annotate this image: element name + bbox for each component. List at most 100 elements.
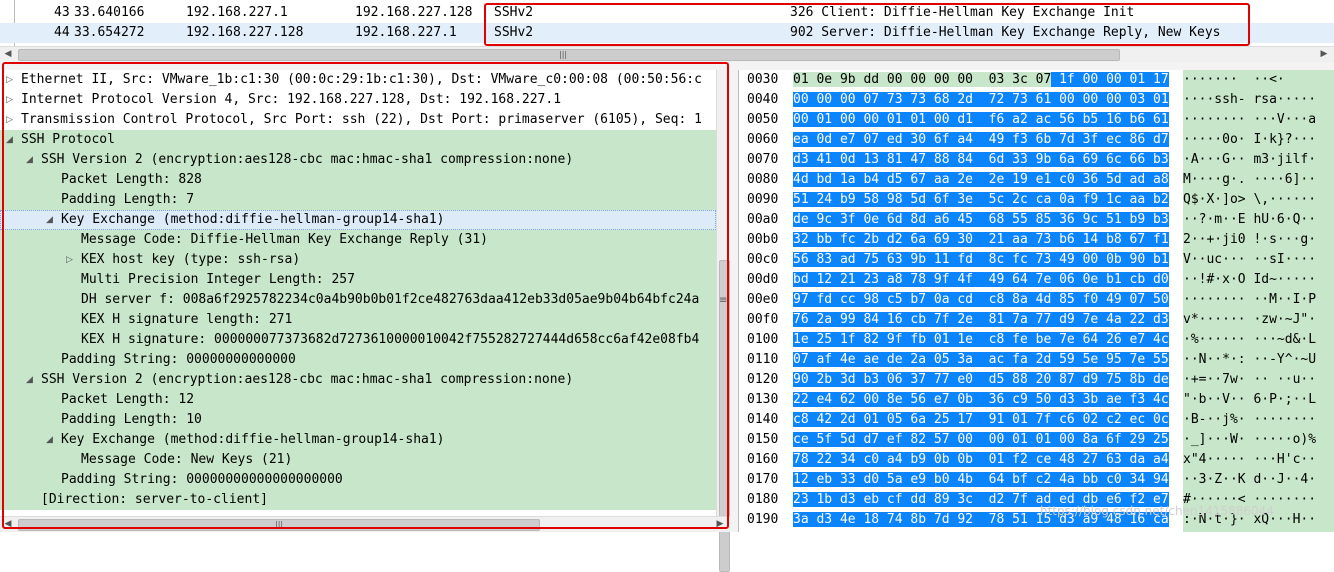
hex-row[interactable]: 0030 01 0e 9b dd 00 00 00 00 03 3c 07 1f … <box>739 70 1334 90</box>
hex-bytes: 22 e4 62 00 8e 56 e7 0b 36 c9 50 d3 3b a… <box>793 390 1223 410</box>
hex-ascii: ········ ···V···a <box>1183 110 1334 130</box>
hex-bytes-highlight: 1e 25 1f 82 9f fb 01 1e c8 fe be 7e 64 2… <box>793 332 1169 347</box>
hex-offset: 00a0 <box>747 212 779 227</box>
hex-bytes: ea 0d e7 07 ed 30 6f a4 49 f3 6b 7d 3f e… <box>793 130 1223 150</box>
hex-bytes: 32 bb fc 2b d2 6a 69 30 21 aa 73 b6 14 b… <box>793 230 1223 250</box>
hex-offset: 0030 <box>747 72 779 87</box>
hex-ascii: ··!#·x·O Id~····· <box>1183 270 1334 290</box>
hex-ascii: ··N··*·: ··-Y^·~U <box>1183 350 1334 370</box>
hex-bytes-highlight: 07 af 4e ae de 2a 05 3a ac fa 2d 59 5e 9… <box>793 352 1169 367</box>
hex-row[interactable]: 0140 c8 42 2d 01 05 6a 25 17 91 01 7f c6 … <box>739 410 1334 430</box>
watermark: https://blog.csdn.net/chen1415886044 <box>1040 504 1274 518</box>
hex-offset: 0170 <box>747 472 779 487</box>
hex-bytes: 01 0e 9b dd 00 00 00 00 03 3c 07 1f 00 0… <box>793 70 1223 90</box>
scroll-left-icon[interactable]: ◀ <box>2 49 14 60</box>
hex-offset: 0080 <box>747 172 779 187</box>
hex-bytes: c8 42 2d 01 05 6a 25 17 91 01 7f c6 02 c… <box>793 410 1223 430</box>
hex-row[interactable]: 0090 51 24 b9 58 98 5d 6f 3e 5c 2c ca 0a … <box>739 190 1334 210</box>
scrollbar-thumb[interactable]: ||| <box>18 49 1120 61</box>
hex-row[interactable]: 0040 00 00 00 07 73 73 68 2d 72 73 61 00 … <box>739 90 1334 110</box>
packet-dst: 192.168.227.128 <box>355 5 473 20</box>
hex-bytes-highlight: 12 eb 33 d0 5a e9 b0 4b 64 bf c2 4a bb c… <box>793 472 1169 487</box>
grip-icon: ||| <box>559 50 568 59</box>
hex-bytes: 56 83 ad 75 63 9b 11 fd 8c fc 73 49 00 0… <box>793 250 1223 270</box>
packet-dst: 192.168.227.1 <box>355 25 457 40</box>
hex-offset: 0100 <box>747 332 779 347</box>
hex-offset: 0150 <box>747 432 779 447</box>
pane-splitter[interactable] <box>730 64 738 532</box>
hex-ascii: v*······ ·zw·~J"· <box>1183 310 1334 330</box>
packet-no: 44 <box>54 25 70 40</box>
highlight-box <box>484 3 1250 46</box>
hex-offset: 0130 <box>747 392 779 407</box>
hex-offset: 0190 <box>747 512 779 527</box>
hex-row[interactable]: 0120 90 2b 3d b3 06 37 77 e0 d5 88 20 87 … <box>739 370 1334 390</box>
hex-offset: 0120 <box>747 372 779 387</box>
packet-time: 33.654272 <box>74 25 145 40</box>
highlight-box <box>2 62 729 529</box>
hex-ascii: ·A···G·· m3·jilf· <box>1183 150 1334 170</box>
hex-row[interactable]: 00c0 56 83 ad 75 63 9b 11 fd 8c fc 73 49 … <box>739 250 1334 270</box>
hex-row[interactable]: 0160 78 22 34 c0 a4 b9 0b 0b 01 f2 ce 48 … <box>739 450 1334 470</box>
hex-ascii: ··?·m··E hU·6·Q·· <box>1183 210 1334 230</box>
hex-bytes-highlight: 1f 00 00 01 17 <box>1051 72 1169 87</box>
hex-ascii: ········ ··M··I·P <box>1183 290 1334 310</box>
packet-src: 192.168.227.1 <box>186 5 288 20</box>
hex-bytes: bd 12 21 23 a8 78 9f 4f 49 64 7e 06 0e b… <box>793 270 1223 290</box>
hex-bytes: 1e 25 1f 82 9f fb 01 1e c8 fe be 7e 64 2… <box>793 330 1223 350</box>
hex-offset: 00f0 <box>747 312 779 327</box>
hex-ascii: ·B-··j%· ········ <box>1183 410 1334 430</box>
hex-row[interactable]: 0150 ce 5f 5d d7 ef 82 57 00 00 01 01 00 … <box>739 430 1334 450</box>
hex-bytes: 97 fd cc 98 c5 b7 0a cd c8 8a 4d 85 f0 4… <box>793 290 1223 310</box>
hex-row[interactable]: 00e0 97 fd cc 98 c5 b7 0a cd c8 8a 4d 85 … <box>739 290 1334 310</box>
hex-bytes-highlight: 4d bd 1a b4 d5 67 aa 2e 2e 19 e1 c0 36 5… <box>793 172 1169 187</box>
hex-row[interactable]: 0170 12 eb 33 d0 5a e9 b0 4b 64 bf c2 4a … <box>739 470 1334 490</box>
packet-list-hscrollbar[interactable]: ◀ ||| ▶ <box>0 46 1334 62</box>
hex-bytes: 51 24 b9 58 98 5d 6f 3e 5c 2c ca 0a f9 1… <box>793 190 1223 210</box>
hex-row[interactable]: 00a0 de 9c 3f 0e 6d 8d a6 45 68 55 85 36 … <box>739 210 1334 230</box>
hex-bytes-highlight: bd 12 21 23 a8 78 9f 4f 49 64 7e 06 0e b… <box>793 272 1169 287</box>
hex-ascii: V··uc··· ··sI···· <box>1183 250 1334 270</box>
packet-src: 192.168.227.128 <box>186 25 304 40</box>
hex-bytes-highlight: d3 41 0d 13 81 47 88 84 6d 33 9b 6a 69 6… <box>793 152 1169 167</box>
hex-row[interactable]: 0070 d3 41 0d 13 81 47 88 84 6d 33 9b 6a … <box>739 150 1334 170</box>
hex-bytes-highlight: de 9c 3f 0e 6d 8d a6 45 68 55 85 36 9c 5… <box>793 212 1169 227</box>
hex-ascii: ····ssh- rsa····· <box>1183 90 1334 110</box>
packet-time: 33.640166 <box>74 5 145 20</box>
hex-offset: 0090 <box>747 192 779 207</box>
hex-bytes-highlight: 22 e4 62 00 8e 56 e7 0b 36 c9 50 d3 3b a… <box>793 392 1169 407</box>
hex-bytes: 00 00 00 07 73 73 68 2d 72 73 61 00 00 0… <box>793 90 1223 110</box>
hex-row[interactable]: 00f0 76 2a 99 84 16 cb 7f 2e 81 7a 77 d9 … <box>739 310 1334 330</box>
packet-bytes: 0030 01 0e 9b dd 00 00 00 00 03 3c 07 1f … <box>738 70 1334 532</box>
hex-row[interactable]: 0130 22 e4 62 00 8e 56 e7 0b 36 c9 50 d3 … <box>739 390 1334 410</box>
hex-ascii: ·%······ ···~d&·L <box>1183 330 1334 350</box>
hex-offset: 0070 <box>747 152 779 167</box>
hex-ascii: Q$·X·]o> \,······ <box>1183 190 1334 210</box>
hex-offset: 0180 <box>747 492 779 507</box>
hex-bytes-highlight: 00 00 00 07 73 73 68 2d 72 73 61 00 00 0… <box>793 92 1169 107</box>
hex-row[interactable]: 0100 1e 25 1f 82 9f fb 01 1e c8 fe be 7e … <box>739 330 1334 350</box>
hex-bytes-highlight: 97 fd cc 98 c5 b7 0a cd c8 8a 4d 85 f0 4… <box>793 292 1169 307</box>
hex-ascii: ·+=··7w· ·· ··u·· <box>1183 370 1334 390</box>
packet-no: 43 <box>54 5 70 20</box>
hex-row[interactable]: 0110 07 af 4e ae de 2a 05 3a ac fa 2d 59 … <box>739 350 1334 370</box>
hex-bytes-highlight: 51 24 b9 58 98 5d 6f 3e 5c 2c ca 0a f9 1… <box>793 192 1169 207</box>
hex-offset: 0050 <box>747 112 779 127</box>
hex-ascii: ·····0o· I·k}?··· <box>1183 130 1334 150</box>
hex-offset: 00c0 <box>747 252 779 267</box>
scroll-right-icon[interactable]: ▶ <box>1318 49 1330 60</box>
hex-bytes-highlight: ea 0d e7 07 ed 30 6f a4 49 f3 6b 7d 3f e… <box>793 132 1169 147</box>
hex-row[interactable]: 0050 00 01 00 00 01 01 00 d1 f6 a2 ac 56 … <box>739 110 1334 130</box>
hex-row[interactable]: 00d0 bd 12 21 23 a8 78 9f 4f 49 64 7e 06 … <box>739 270 1334 290</box>
hex-row[interactable]: 00b0 32 bb fc 2b d2 6a 69 30 21 aa 73 b6 … <box>739 230 1334 250</box>
hex-ascii: M····g·. ····6]·· <box>1183 170 1334 190</box>
hex-offset: 00e0 <box>747 292 779 307</box>
hex-ascii: x"4····· ···H'c·· <box>1183 450 1334 470</box>
hex-row[interactable]: 0080 4d bd 1a b4 d5 67 aa 2e 2e 19 e1 c0 … <box>739 170 1334 190</box>
hex-ascii: 2··+·ji0 !·s···g· <box>1183 230 1334 250</box>
hex-bytes: 00 01 00 00 01 01 00 d1 f6 a2 ac 56 b5 1… <box>793 110 1223 130</box>
hex-bytes: de 9c 3f 0e 6d 8d a6 45 68 55 85 36 9c 5… <box>793 210 1223 230</box>
hex-row[interactable]: 0060 ea 0d e7 07 ed 30 6f a4 49 f3 6b 7d … <box>739 130 1334 150</box>
hex-offset: 0160 <box>747 452 779 467</box>
hex-ascii: ··3·Z··K d··J··4· <box>1183 470 1334 490</box>
